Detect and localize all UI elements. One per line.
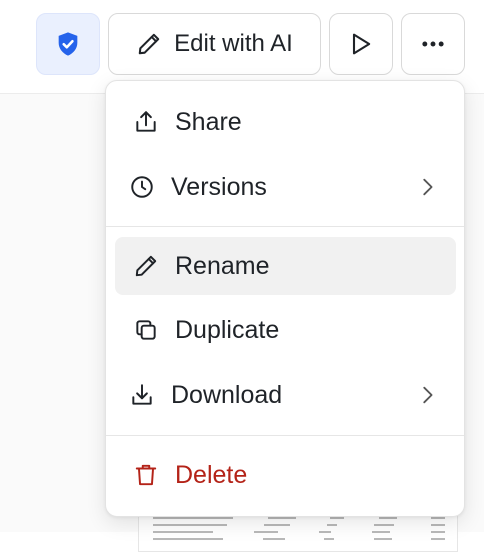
trash-icon <box>133 462 159 488</box>
more-options-menu: Share Versions Rename Duplicate Download… <box>105 80 465 517</box>
pencil-icon <box>133 253 159 279</box>
menu-item-label: Delete <box>175 460 248 489</box>
more-horizontal-icon <box>419 30 447 58</box>
menu-item-label: Rename <box>175 251 270 280</box>
menu-divider <box>106 435 464 436</box>
menu-item-label: Versions <box>171 172 267 201</box>
menu-item-label: Download <box>171 380 283 409</box>
edit-with-ai-label: Edit with AI <box>174 30 293 57</box>
chevron-right-icon <box>416 384 438 406</box>
menu-item-label: Share <box>175 107 242 136</box>
more-options-button[interactable] <box>401 13 465 75</box>
security-button[interactable] <box>36 13 100 75</box>
menu-item-label: Duplicate <box>175 315 280 344</box>
menu-divider <box>106 226 464 227</box>
download-icon <box>129 382 155 408</box>
pencil-icon <box>136 31 162 57</box>
menu-item-rename[interactable]: Rename <box>115 237 456 295</box>
menu-item-download[interactable]: Download <box>115 366 456 424</box>
clock-icon <box>129 174 155 200</box>
menu-item-share[interactable]: Share <box>115 93 456 151</box>
play-icon <box>347 30 375 58</box>
share-icon <box>133 109 159 135</box>
copy-icon <box>133 317 159 343</box>
edit-with-ai-button[interactable]: Edit with AI <box>108 13 321 75</box>
run-button[interactable] <box>329 13 393 75</box>
menu-item-versions[interactable]: Versions <box>115 158 456 216</box>
menu-item-duplicate[interactable]: Duplicate <box>115 301 456 359</box>
shield-check-icon <box>54 30 82 58</box>
menu-item-delete[interactable]: Delete <box>115 446 456 504</box>
chevron-right-icon <box>416 176 438 198</box>
